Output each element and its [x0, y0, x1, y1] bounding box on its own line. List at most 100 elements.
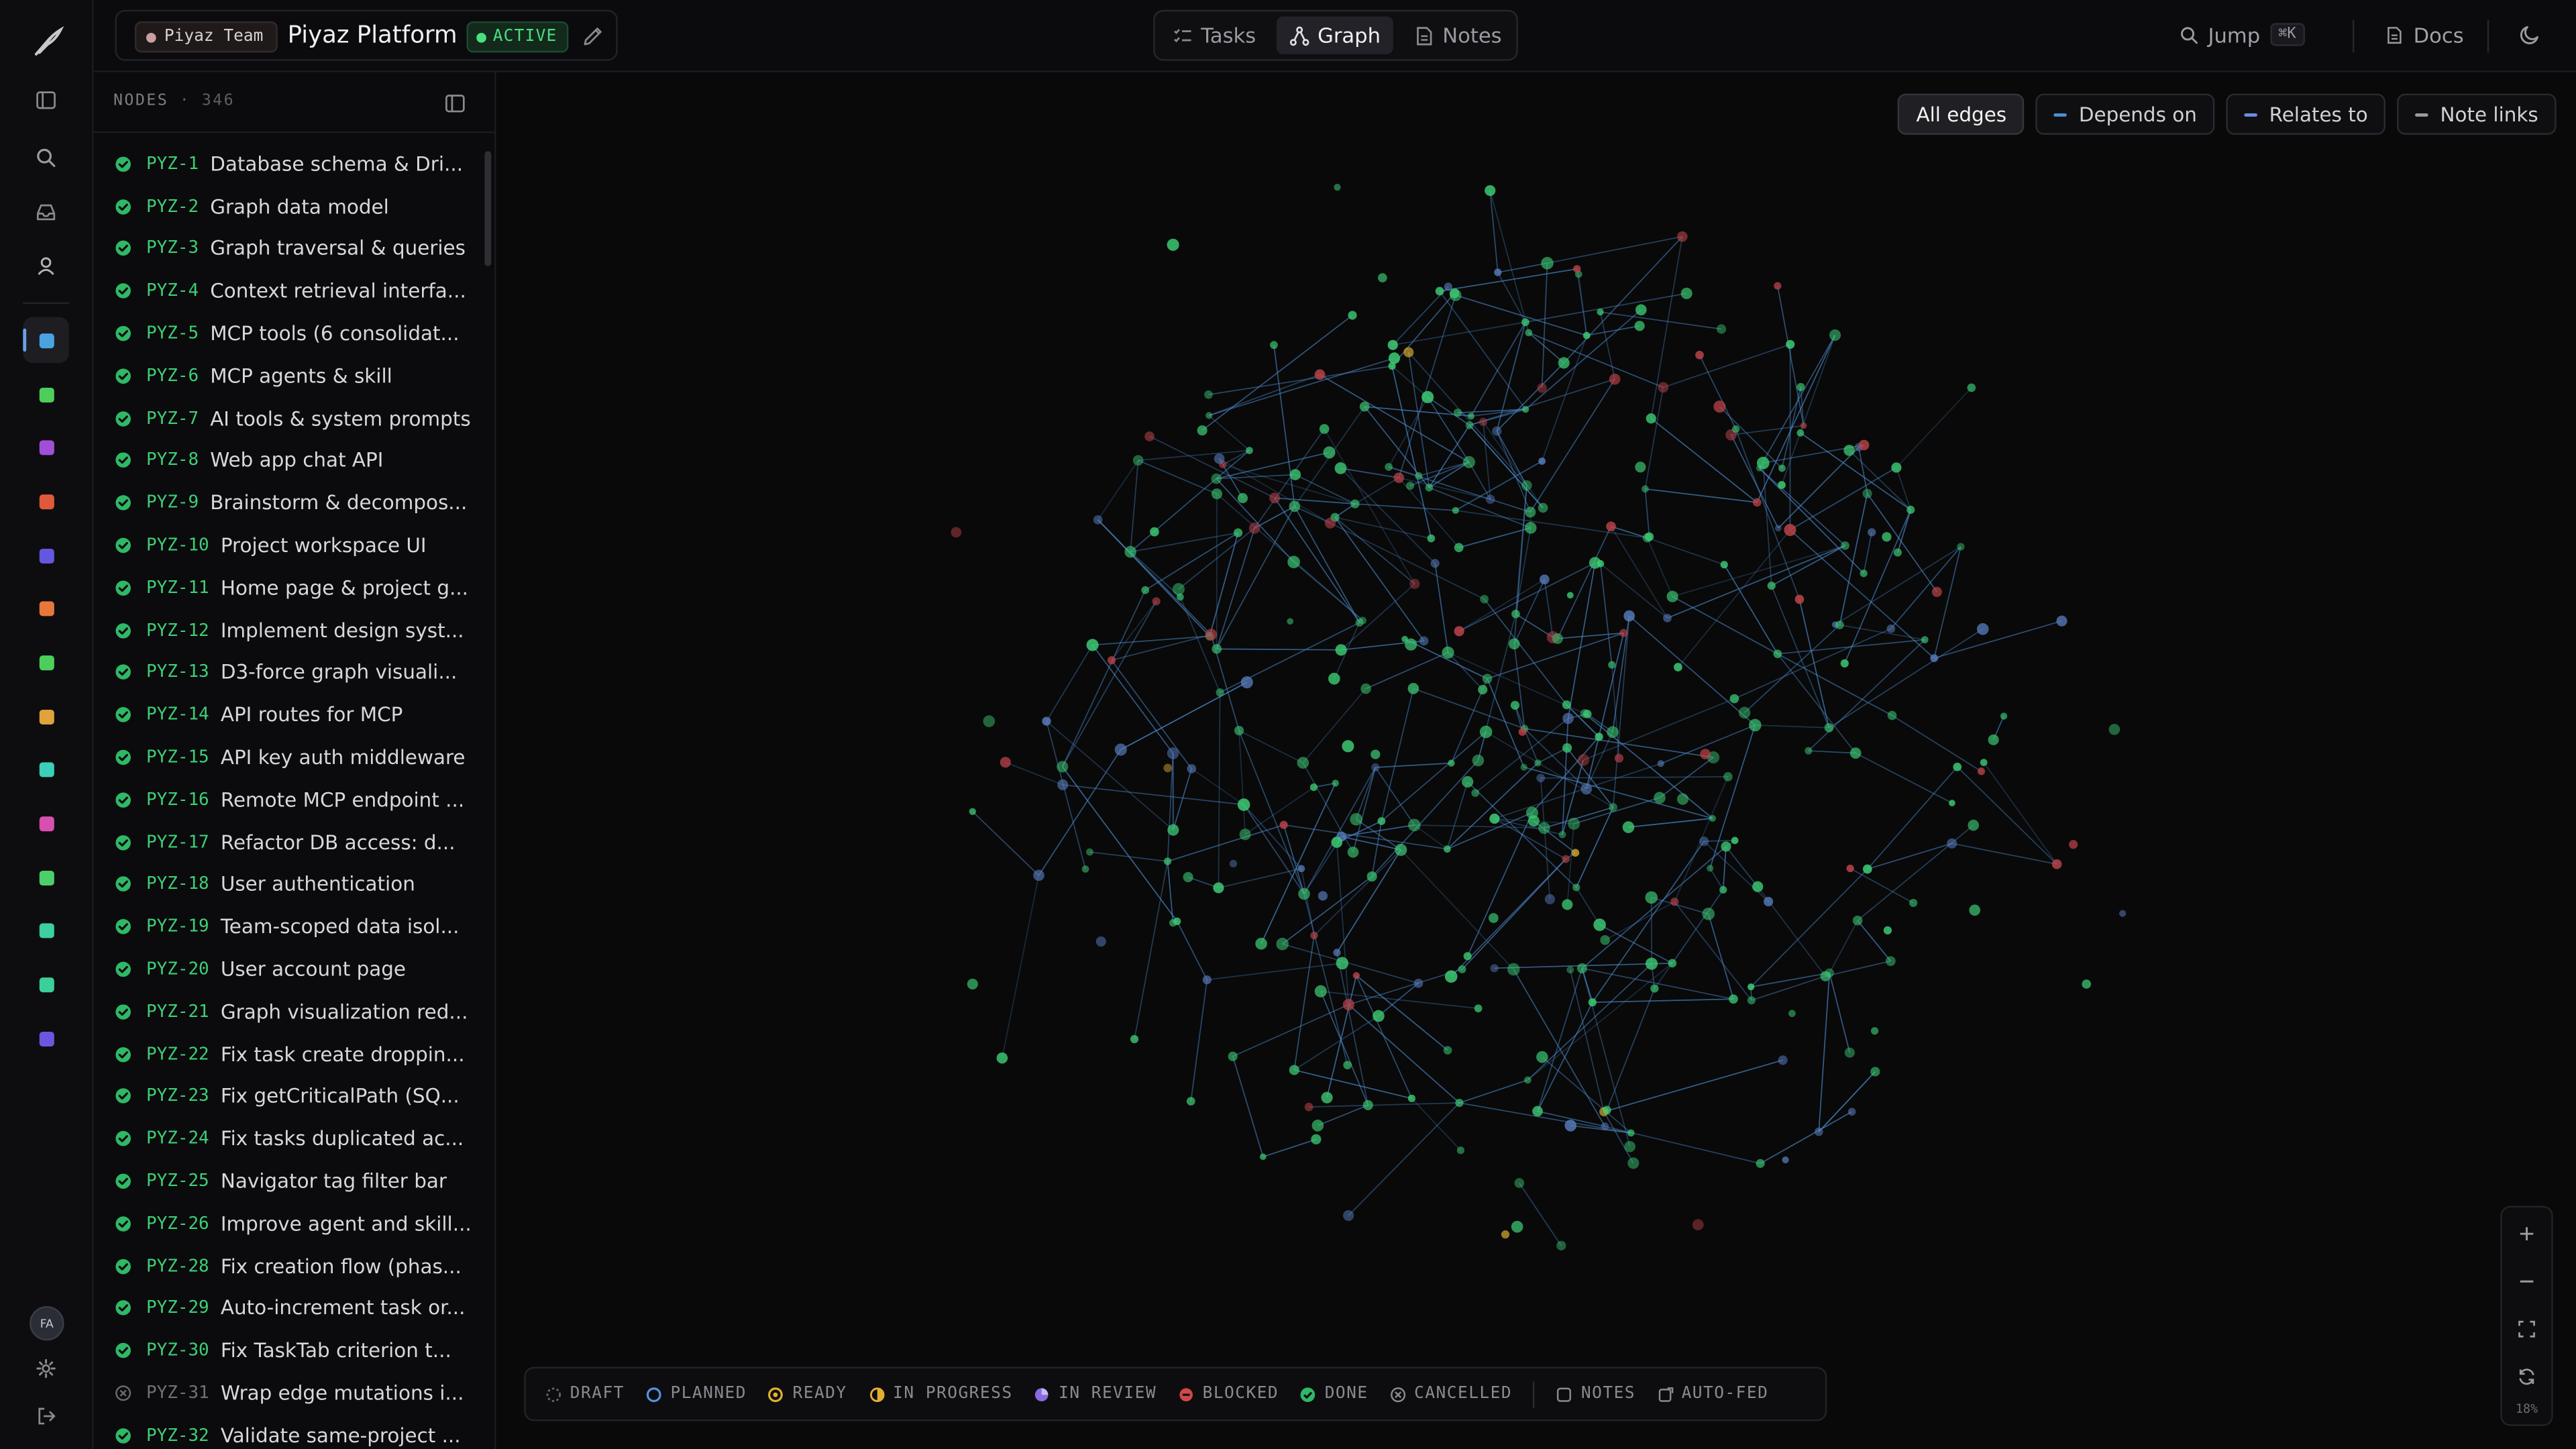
graph-node[interactable]	[1211, 488, 1223, 500]
graph-node[interactable]	[1492, 426, 1502, 436]
graph-node[interactable]	[1453, 409, 1462, 417]
node-list-item[interactable]: PYZ-24 Fix tasks duplicated ac...	[94, 1118, 485, 1160]
graph-node[interactable]	[1377, 273, 1387, 282]
graph-node[interactable]	[1427, 534, 1436, 543]
legend-item-in-progress[interactable]: IN PROGRESS	[868, 1385, 1012, 1403]
graph-node[interactable]	[1847, 1108, 1856, 1116]
legend-item-draft[interactable]: DRAFT	[545, 1385, 625, 1403]
graph-node[interactable]	[1172, 583, 1185, 596]
graph-node[interactable]	[951, 527, 962, 538]
node-list-item[interactable]: PYZ-3 Graph traversal & queries	[94, 227, 485, 270]
graph-node[interactable]	[1150, 527, 1159, 537]
rail-project-6[interactable]	[39, 600, 54, 616]
graph-node[interactable]	[1485, 185, 1496, 197]
graph-node[interactable]	[1311, 1134, 1322, 1144]
moon-icon[interactable]	[2518, 23, 2541, 46]
graph-node[interactable]	[1334, 462, 1347, 474]
graph-node[interactable]	[1425, 483, 1434, 492]
graph-node[interactable]	[1385, 463, 1393, 471]
graph-node[interactable]	[1580, 783, 1593, 795]
search-icon[interactable]	[32, 143, 61, 172]
graph-node[interactable]	[1086, 848, 1093, 856]
graph-node[interactable]	[1132, 455, 1144, 466]
graph-node[interactable]	[1562, 855, 1570, 863]
graph-node[interactable]	[1511, 1220, 1523, 1233]
graph-node[interactable]	[1521, 318, 1529, 327]
graph-node[interactable]	[1883, 926, 1892, 934]
graph-node[interactable]	[1413, 978, 1424, 988]
rail-project-12[interactable]	[39, 922, 54, 938]
graph-node[interactable]	[1233, 528, 1243, 537]
graph-node[interactable]	[1538, 822, 1550, 835]
edge-filter-all-edges[interactable]: All edges	[1898, 93, 2025, 135]
graph-node[interactable]	[1756, 456, 1770, 470]
gear-icon[interactable]	[32, 1354, 61, 1383]
graph-node[interactable]	[1452, 506, 1459, 515]
graph-node[interactable]	[1774, 525, 1782, 532]
graph-node[interactable]	[1514, 1178, 1525, 1188]
graph-node[interactable]	[1988, 734, 1999, 745]
graph-node[interactable]	[1415, 472, 1423, 480]
graph-node[interactable]	[1408, 818, 1421, 832]
node-list-item[interactable]: PYZ-25 Navigator tag filter bar	[94, 1160, 485, 1202]
graph-node[interactable]	[1289, 500, 1301, 513]
graph-node[interactable]	[1309, 783, 1318, 792]
graph-node[interactable]	[1395, 843, 1407, 856]
graph-node[interactable]	[1237, 798, 1250, 811]
graph-node[interactable]	[1719, 885, 1727, 894]
graph-node[interactable]	[1228, 1051, 1238, 1061]
graph-node[interactable]	[1478, 684, 1488, 695]
fit-view-button[interactable]	[2502, 1306, 2551, 1352]
graph-node[interactable]	[1518, 728, 1527, 736]
dependency-graph[interactable]	[496, 72, 2576, 1449]
graph-node[interactable]	[1324, 517, 1336, 529]
graph-node[interactable]	[1634, 321, 1645, 331]
graph-node[interactable]	[1211, 473, 1222, 484]
graph-node[interactable]	[2082, 979, 2092, 989]
graph-node[interactable]	[1835, 621, 1844, 629]
graph-node[interactable]	[1566, 592, 1574, 599]
graph-node[interactable]	[1342, 740, 1354, 753]
graph-node[interactable]	[1627, 1157, 1640, 1169]
graph-node[interactable]	[1319, 424, 1330, 434]
graph-node[interactable]	[1334, 184, 1341, 191]
graph-node[interactable]	[1366, 871, 1377, 882]
graph-node[interactable]	[1455, 1098, 1464, 1108]
graph-node[interactable]	[1237, 492, 1248, 504]
edge-filter-note-links[interactable]: Note links	[2397, 93, 2557, 135]
graph-node[interactable]	[1600, 934, 1611, 945]
graph-node[interactable]	[1287, 618, 1294, 625]
team-badge[interactable]: Piyaz Team	[134, 21, 278, 53]
graph-node[interactable]	[1377, 817, 1386, 825]
logout-icon[interactable]	[32, 1401, 61, 1431]
graph-node[interactable]	[1494, 268, 1502, 276]
graph-node[interactable]	[1968, 819, 1980, 831]
pencil-icon[interactable]	[582, 25, 604, 48]
graph-node[interactable]	[1868, 528, 1876, 537]
graph-node[interactable]	[1784, 523, 1796, 537]
graph-node[interactable]	[1539, 574, 1550, 585]
rail-project-7[interactable]	[39, 654, 54, 669]
graph-node[interactable]	[1614, 753, 1624, 763]
graph-node[interactable]	[1176, 593, 1184, 601]
graph-node[interactable]	[1489, 813, 1500, 824]
graph-node[interactable]	[1141, 586, 1150, 594]
graph-node[interactable]	[1482, 674, 1493, 684]
graph-node[interactable]	[1829, 329, 1841, 341]
graph-node[interactable]	[1480, 594, 1489, 604]
graph-node[interactable]	[1521, 480, 1532, 491]
graph-node[interactable]	[1562, 899, 1573, 910]
graph-node[interactable]	[1767, 581, 1776, 590]
node-list-item[interactable]: PYZ-10 Project workspace UI	[94, 525, 485, 567]
collapse-panel-icon[interactable]	[445, 94, 465, 113]
graph-node[interactable]	[1572, 883, 1580, 892]
graph-node[interactable]	[1213, 882, 1224, 894]
node-list-item[interactable]: PYZ-31 Wrap edge mutations i...	[94, 1372, 485, 1414]
graph-node[interactable]	[1212, 644, 1222, 654]
graph-node[interactable]	[1582, 331, 1591, 339]
graph-node[interactable]	[1796, 382, 1805, 392]
node-list-item[interactable]: PYZ-21 Graph visualization red...	[94, 991, 485, 1033]
graph-node[interactable]	[1342, 998, 1354, 1011]
graph-node[interactable]	[1891, 462, 1902, 473]
graph-node[interactable]	[1407, 683, 1419, 694]
